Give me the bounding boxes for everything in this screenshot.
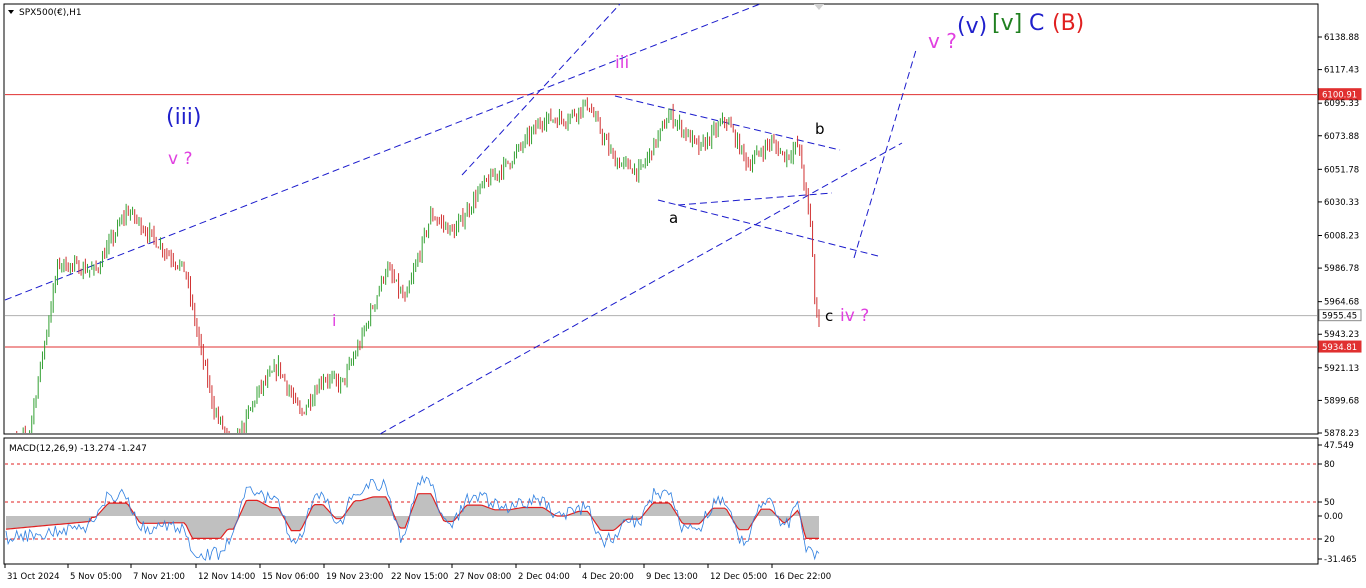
time-tick-label: 27 Nov 08:00 xyxy=(454,572,511,582)
price-tick-label: 5964.68 xyxy=(1324,298,1359,308)
wave-label[interactable]: (v) xyxy=(957,14,987,39)
price-tick-label: 6030.33 xyxy=(1324,198,1359,208)
time-tick-label: 5 Nov 05:00 xyxy=(70,572,122,582)
time-tick-label: 4 Dec 20:00 xyxy=(582,572,634,582)
macd-tick-label: 0.00 xyxy=(1324,512,1343,522)
wave-label[interactable]: [v] xyxy=(992,11,1022,36)
wave-label[interactable]: v ? xyxy=(928,29,957,53)
wave-label[interactable]: (iii) xyxy=(166,105,202,130)
time-tick-label: 31 Oct 2024 xyxy=(7,572,60,582)
time-tick-label: 12 Nov 14:00 xyxy=(198,572,255,582)
time-tick-label: 15 Nov 06:00 xyxy=(262,572,319,582)
macd-tick-label: -31.465 xyxy=(1324,555,1357,565)
price-tick-label: 5899.68 xyxy=(1324,396,1359,406)
time-tick-label: 2 Dec 04:00 xyxy=(518,572,570,582)
price-tick-label: 6073.88 xyxy=(1324,132,1359,142)
wave-label[interactable]: a xyxy=(669,209,678,227)
macd-tick-label: 20 xyxy=(1324,535,1335,545)
wave-label[interactable]: i xyxy=(332,311,336,330)
macd-label: MACD(12,26,9) -13.274 -1.247 xyxy=(9,444,147,454)
wave-label[interactable]: iii xyxy=(615,53,629,73)
price-tick-label: 6051.78 xyxy=(1324,165,1359,175)
chart-background xyxy=(0,0,1366,588)
macd-tick-label: 47.549 xyxy=(1324,441,1354,451)
price-tick-label: 5878.23 xyxy=(1324,429,1359,439)
price-tick-label: 5986.78 xyxy=(1324,264,1359,274)
wave-label[interactable]: v ? xyxy=(168,149,193,169)
wave-label[interactable]: b xyxy=(815,120,825,138)
time-tick-label: 19 Nov 23:00 xyxy=(326,572,383,582)
price-tick-label: 6117.43 xyxy=(1324,66,1359,76)
time-tick-label: 22 Nov 15:00 xyxy=(391,572,448,582)
wave-label[interactable]: (B) xyxy=(1052,11,1084,36)
price-level-tag-label: 5955.45 xyxy=(1322,312,1357,322)
time-tick-label: 9 Dec 13:00 xyxy=(646,572,698,582)
wave-label[interactable]: c xyxy=(825,307,833,325)
symbol-label: SPX500(€),H1 xyxy=(19,8,82,18)
time-tick-label: 12 Dec 05:00 xyxy=(710,572,767,582)
price-level-tag-label: 5934.81 xyxy=(1322,343,1357,353)
price-tick-label: 5943.23 xyxy=(1324,330,1359,340)
macd-tick-label: 50 xyxy=(1324,498,1335,508)
wave-label[interactable]: C xyxy=(1029,11,1044,36)
wave-label[interactable]: iv ? xyxy=(840,306,869,326)
time-tick-label: 16 Dec 22:00 xyxy=(774,572,831,582)
trading-chart[interactable]: SPX500(€),H1 6100.915955.455934.81 6138.… xyxy=(0,0,1366,588)
price-tick-label: 6138.88 xyxy=(1324,33,1359,43)
price-tick-label: 6008.23 xyxy=(1324,231,1359,241)
time-tick-label: 7 Nov 21:00 xyxy=(133,572,185,582)
price-tick-label: 5921.13 xyxy=(1324,364,1359,374)
macd-tick-label: 80 xyxy=(1324,460,1335,470)
price-tick-label: 6095.33 xyxy=(1324,99,1359,109)
